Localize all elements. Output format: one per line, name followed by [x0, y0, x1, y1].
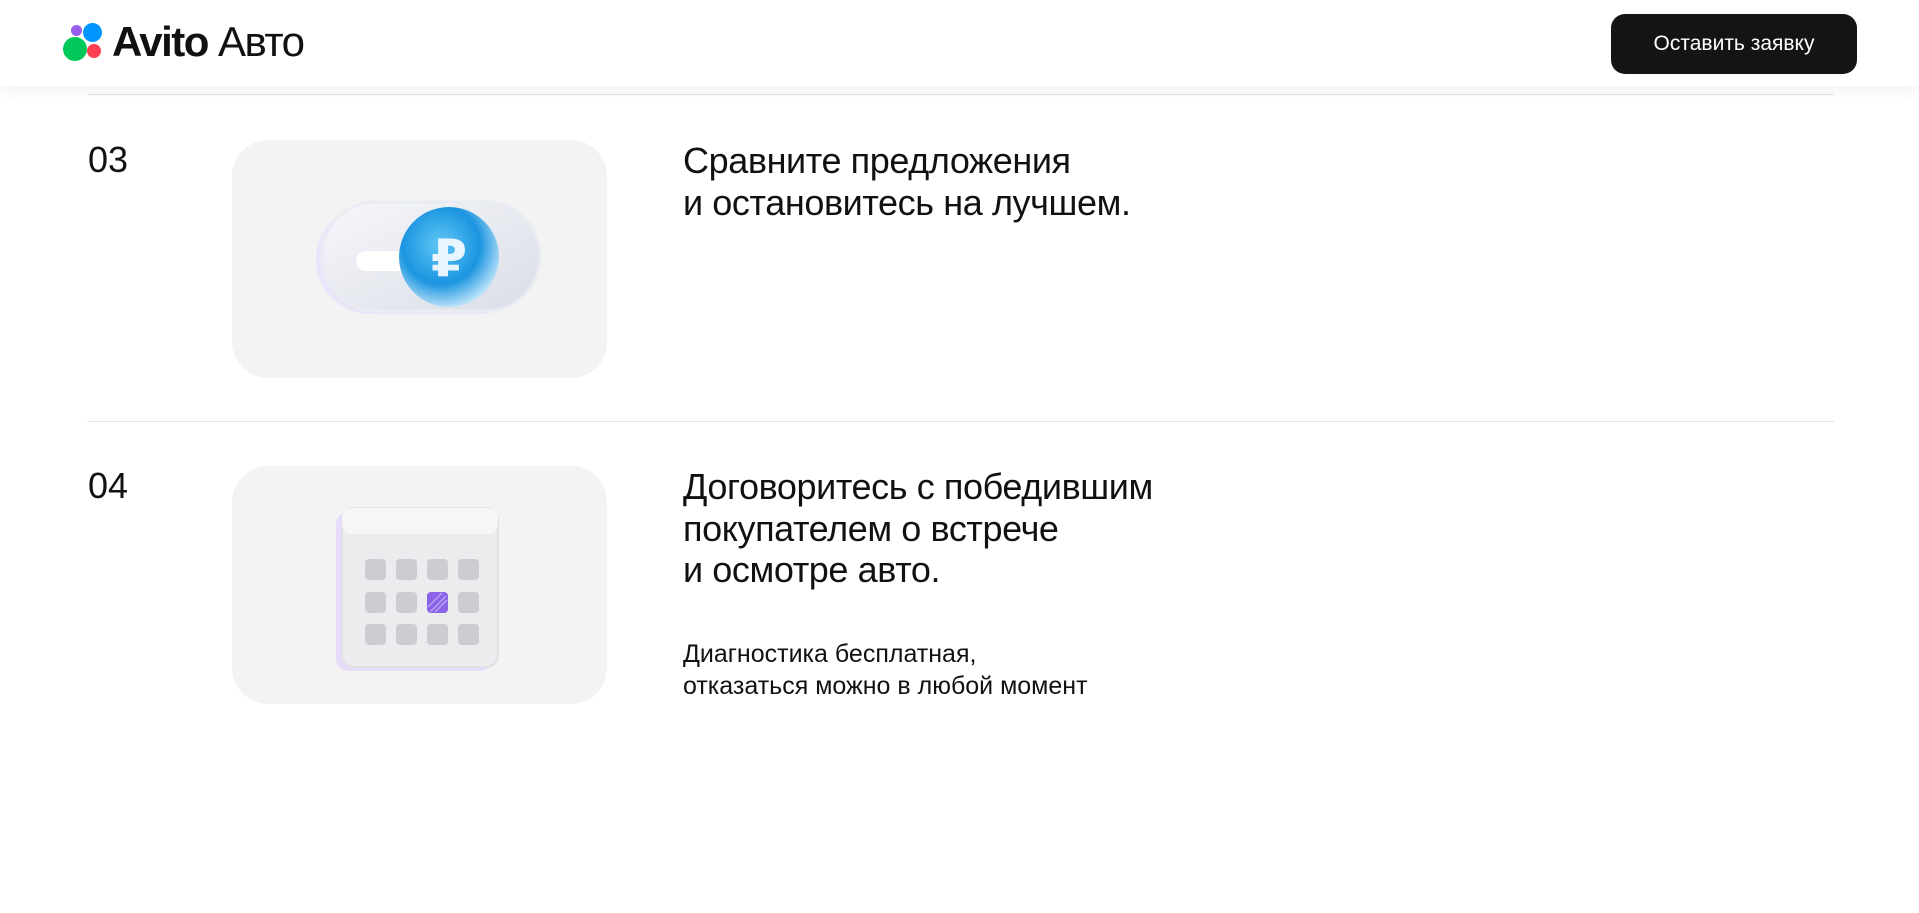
step-illustration-card — [232, 466, 607, 704]
logo-dots-icon — [62, 20, 106, 64]
logo-suffix: Авто — [217, 18, 305, 65]
step-title: Сравните предложения и остановитесь на л… — [683, 140, 1131, 223]
leave-request-button[interactable]: Оставить заявку — [1611, 14, 1857, 74]
step-number: 04 — [88, 465, 129, 506]
step-note: Диагностика бесплатная, отказаться можно… — [683, 640, 1088, 700]
step-divider — [87, 94, 1834, 95]
step-illustration-card: ₽ — [232, 140, 607, 378]
site-header: Avito Авто Оставить заявку — [0, 0, 1919, 86]
calendar-icon — [336, 507, 499, 671]
ruble-toggle-icon: ₽ — [316, 200, 542, 314]
svg-text:₽: ₽ — [431, 229, 467, 289]
step-title: Договоритесь с победившим покупателем о … — [683, 466, 1153, 590]
avito-auto-logo[interactable]: Avito Авто — [62, 18, 305, 65]
step-divider — [87, 421, 1834, 422]
logo-brand: Avito — [112, 18, 209, 65]
step-number: 03 — [88, 139, 129, 180]
